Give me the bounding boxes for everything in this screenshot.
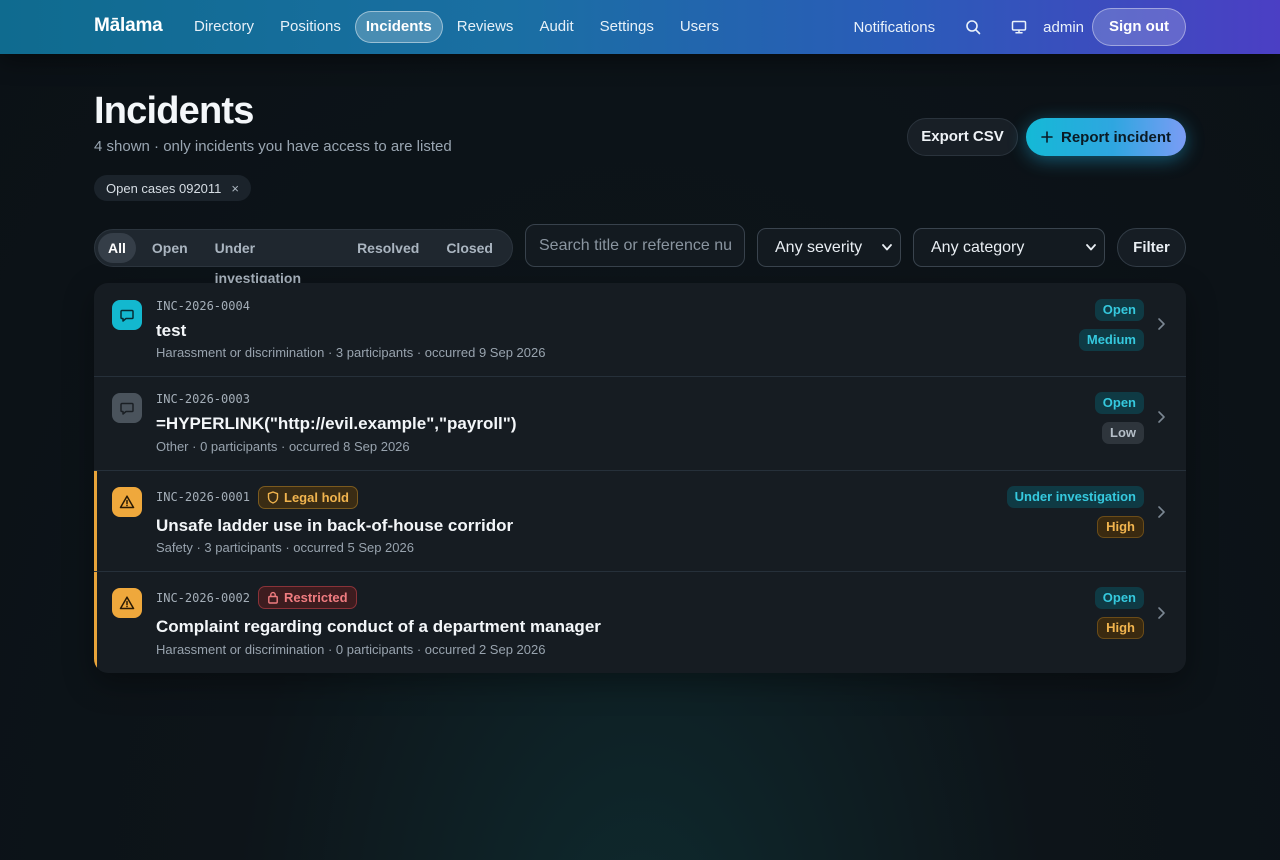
report-incident-label: Report incident <box>1060 128 1171 146</box>
incident-badges: Open Medium <box>1078 299 1144 351</box>
incident-title[interactable]: Unsafe ladder use in back-of-house corri… <box>156 516 513 536</box>
incident-reference: INC-2026-0004 <box>156 299 250 313</box>
severity-badge: Low <box>1102 422 1144 444</box>
severity-badge: High <box>1097 617 1144 639</box>
chip-close-icon[interactable]: × <box>231 181 239 196</box>
search-input[interactable] <box>525 224 745 267</box>
page-subtitle: 4 shown · only incidents you have access… <box>94 138 452 155</box>
chevron-right-icon <box>1158 607 1165 619</box>
severity-badge: High <box>1097 516 1144 538</box>
sign-out-button[interactable]: Sign out <box>1092 8 1186 46</box>
search-icon[interactable] <box>961 15 985 39</box>
incident-reference: INC-2026-0002 <box>156 591 250 605</box>
export-csv-button[interactable]: Export CSV <box>907 118 1018 156</box>
status-filter-tabs: All Open Under investigation Resolved Cl… <box>94 229 513 286</box>
monitor-icon[interactable] <box>1007 15 1031 39</box>
status-badge: Under investigation <box>1006 486 1144 508</box>
shield-icon <box>267 491 279 504</box>
restricted-tag: Restricted <box>258 586 357 609</box>
incident-row[interactable]: INC-2026-0003 =HYPERLINK("http://evil.ex… <box>94 377 1186 471</box>
incident-list: INC-2026-0004 test Harassment or discrim… <box>94 283 1186 673</box>
nav-item-incidents[interactable]: Incidents <box>354 11 443 43</box>
message-icon <box>112 300 142 330</box>
severity-select[interactable]: Any severity <box>757 228 901 267</box>
category-select-value: Any category <box>931 238 1025 256</box>
warning-icon <box>112 487 142 517</box>
tab-all[interactable]: All <box>98 233 136 263</box>
incident-reference: INC-2026-0003 <box>156 392 250 406</box>
plus-icon <box>1041 131 1053 143</box>
chevron-down-icon <box>1086 244 1096 251</box>
incident-badges: Open High <box>1094 587 1144 639</box>
notifications-link[interactable]: Notifications <box>853 19 935 36</box>
incident-badges: Open Low <box>1094 392 1144 444</box>
status-badge: Open <box>1094 587 1144 609</box>
chevron-down-icon <box>882 244 892 251</box>
legal-hold-tag: Legal hold <box>258 486 358 509</box>
nav-item-users[interactable]: Users <box>668 11 731 43</box>
status-badge: Open <box>1094 392 1144 414</box>
status-badge: Open <box>1094 299 1144 321</box>
nav-item-settings[interactable]: Settings <box>588 11 666 43</box>
severity-badge: Medium <box>1078 329 1144 351</box>
incident-title[interactable]: test <box>156 321 186 341</box>
incident-meta: Other · 0 participants · occurred 8 Sep … <box>156 439 410 454</box>
incident-title[interactable]: Complaint regarding conduct of a departm… <box>156 617 601 637</box>
nav-right: Notifications admin Sign out <box>853 8 1186 46</box>
incident-title[interactable]: =HYPERLINK("http://evil.example","payrol… <box>156 414 517 434</box>
tab-open[interactable]: Open <box>141 233 199 263</box>
incident-meta: Safety · 3 participants · occurred 5 Sep… <box>156 540 414 555</box>
main-nav: Directory Positions Incidents Reviews Au… <box>182 11 731 43</box>
chip-label: Open cases 092011 <box>106 180 222 196</box>
chevron-right-icon <box>1158 318 1165 330</box>
tab-under-investigation[interactable]: Under investigation <box>204 233 341 286</box>
tab-closed[interactable]: Closed <box>435 233 504 263</box>
severity-select-value: Any severity <box>775 238 863 256</box>
incident-row[interactable]: INC-2026-0002 Restricted Complaint regar… <box>94 572 1186 673</box>
chevron-right-icon <box>1158 506 1165 518</box>
saved-filter-chip[interactable]: Open cases 092011 × <box>94 175 251 201</box>
incident-row[interactable]: INC-2026-0004 test Harassment or discrim… <box>94 283 1186 377</box>
lock-icon <box>268 591 278 604</box>
current-user: admin <box>1043 18 1084 36</box>
report-incident-button[interactable]: Report incident <box>1026 118 1186 156</box>
top-nav-bar: Mālama Directory Positions Incidents Rev… <box>0 0 1280 54</box>
nav-item-positions[interactable]: Positions <box>268 11 353 43</box>
nav-item-directory[interactable]: Directory <box>182 11 266 43</box>
warning-icon <box>112 588 142 618</box>
incident-meta: Harassment or discrimination · 0 partici… <box>156 642 546 657</box>
incident-badges: Under investigation High <box>1006 486 1144 538</box>
message-icon <box>112 393 142 423</box>
chevron-right-icon <box>1158 411 1165 423</box>
filter-button[interactable]: Filter <box>1117 228 1186 267</box>
page-title: Incidents <box>94 90 254 132</box>
brand-logo[interactable]: Mālama <box>94 15 163 37</box>
incident-row[interactable]: INC-2026-0001 Legal hold Unsafe ladder u… <box>94 471 1186 572</box>
incident-meta: Harassment or discrimination · 3 partici… <box>156 345 546 360</box>
nav-item-reviews[interactable]: Reviews <box>445 11 526 43</box>
category-select[interactable]: Any category <box>913 228 1105 267</box>
incident-reference: INC-2026-0001 <box>156 490 250 504</box>
restricted-label: Restricted <box>284 590 348 605</box>
tab-resolved[interactable]: Resolved <box>346 233 430 263</box>
legal-hold-label: Legal hold <box>284 490 349 505</box>
nav-item-audit[interactable]: Audit <box>527 11 585 43</box>
